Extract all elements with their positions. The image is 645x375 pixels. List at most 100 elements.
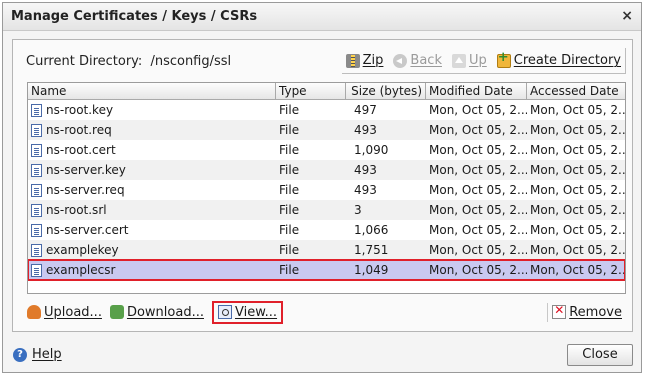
type-cell: File — [279, 203, 300, 217]
table-row[interactable]: ns-server.req File 493 Mon, Oct 05, 2... Mon… — [28, 180, 625, 200]
current-directory-label: Current Directory: — [26, 54, 143, 69]
help-icon: ? — [13, 347, 27, 362]
table-row[interactable]: examplekey File 1,751 Mon, Oct 05, 2... Mon,… — [28, 240, 625, 260]
type-cell: File — [279, 183, 300, 197]
remove-icon — [552, 303, 567, 319]
view-icon — [217, 305, 232, 319]
type-cell: File — [279, 123, 300, 137]
download-icon — [109, 305, 124, 319]
size-cell: 493 — [354, 183, 377, 197]
new-folder-icon — [496, 50, 511, 68]
modified-cell: Mon, Oct 05, 2... — [429, 183, 527, 197]
toolbar: Zip Back Up Create Directory — [341, 48, 626, 74]
name-cell: examplekey — [28, 243, 276, 257]
file-icon — [31, 183, 42, 197]
modified-cell: Mon, Oct 05, 2... — [429, 263, 527, 277]
table-body: ns-root.key File 497 Mon, Oct 05, 2... Mon, … — [28, 100, 625, 281]
type-cell: File — [279, 243, 300, 257]
close-icon[interactable]: × — [621, 8, 633, 24]
size-cell: 493 — [354, 123, 377, 137]
modified-cell: Mon, Oct 05, 2... — [429, 243, 527, 257]
file-name: ns-root.srl — [46, 203, 107, 217]
file-icon — [31, 163, 42, 177]
create-directory-label: Create Directory — [513, 53, 621, 68]
back-arrow-icon — [393, 53, 408, 68]
size-cell: 1,090 — [354, 143, 389, 157]
file-name: ns-server.req — [46, 183, 125, 197]
table-row[interactable]: ns-server.key File 493 Mon, Oct 05, 2... Mon… — [28, 160, 625, 180]
create-directory-button[interactable]: Create Directory — [496, 50, 621, 68]
size-cell: 1,751 — [354, 243, 389, 257]
column-header-accessed[interactable]: Accessed Date — [527, 83, 625, 99]
close-button[interactable]: Close — [567, 344, 633, 366]
modified-cell: Mon, Oct 05, 2... — [429, 103, 527, 117]
file-name: examplecsr — [46, 263, 116, 277]
file-browser-panel: Current Directory: /nsconfig/ssl Zip Bac… — [12, 39, 633, 332]
view-button[interactable]: View... — [211, 300, 284, 324]
modified-cell: Mon, Oct 05, 2... — [429, 163, 527, 177]
size-cell: 1,049 — [354, 263, 389, 277]
upload-label: Upload... — [44, 304, 102, 320]
zip-label: Zip — [362, 53, 384, 68]
file-icon — [31, 203, 42, 217]
file-name: ns-server.cert — [46, 223, 129, 237]
size-cell: 493 — [354, 163, 377, 177]
table-row[interactable]: ns-root.key File 497 Mon, Oct 05, 2... Mon, … — [28, 100, 625, 120]
modified-cell: Mon, Oct 05, 2... — [429, 223, 527, 237]
type-cell: File — [279, 163, 300, 177]
type-cell: File — [279, 103, 300, 117]
file-name: ns-root.req — [46, 123, 112, 137]
upload-button[interactable]: Upload... — [27, 305, 102, 320]
remove-button[interactable]: Remove — [547, 302, 626, 322]
file-icon — [31, 243, 42, 257]
accessed-cell: Mon, Oct 05, 2... — [530, 123, 625, 137]
column-header-modified[interactable]: Modified Date — [426, 83, 527, 99]
accessed-cell: Mon, Oct 05, 2... — [530, 163, 625, 177]
table-header: Name Type Size (bytes) Modified Date Acc… — [28, 83, 625, 100]
up-button[interactable]: Up — [451, 53, 487, 68]
file-table: Name Type Size (bytes) Modified Date Acc… — [27, 82, 626, 294]
accessed-cell: Mon, Oct 05, 2... — [530, 103, 625, 117]
accessed-cell: Mon, Oct 05, 2... — [530, 143, 625, 157]
modified-cell: Mon, Oct 05, 2... — [429, 203, 527, 217]
manage-certificates-dialog: Manage Certificates / Keys / CSRs × Curr… — [2, 2, 642, 373]
file-icon — [31, 143, 42, 157]
dialog-title: Manage Certificates / Keys / CSRs — [11, 9, 258, 24]
accessed-cell: Mon, Oct 05, 2... — [530, 203, 625, 217]
column-header-type[interactable]: Type — [276, 83, 346, 99]
size-cell: 3 — [354, 203, 362, 217]
file-actions-bar: Upload... Download... View... Remove — [27, 298, 626, 326]
file-name: examplekey — [46, 243, 119, 257]
name-cell: ns-root.key — [28, 103, 276, 117]
size-cell: 1,066 — [354, 223, 389, 237]
accessed-cell: Mon, Oct 05, 2... — [530, 223, 625, 237]
type-cell: File — [279, 263, 300, 277]
name-cell: ns-root.req — [28, 123, 276, 137]
table-row[interactable]: ns-root.req File 493 Mon, Oct 05, 2... Mon, … — [28, 120, 625, 140]
file-icon — [31, 263, 42, 277]
current-directory-path: /nsconfig/ssl — [150, 54, 232, 69]
modified-cell: Mon, Oct 05, 2... — [429, 123, 527, 137]
table-row[interactable]: examplecsr File 1,049 Mon, Oct 05, 2... Mon,… — [28, 259, 625, 281]
column-header-name[interactable]: Name — [28, 83, 276, 99]
file-name: ns-server.key — [46, 163, 126, 177]
table-row[interactable]: ns-root.srl File 3 Mon, Oct 05, 2... Mon, Oc… — [28, 200, 625, 220]
upload-icon — [27, 305, 41, 319]
name-cell: ns-root.cert — [28, 143, 276, 157]
zip-button[interactable]: Zip — [345, 53, 384, 68]
view-label: View... — [234, 304, 278, 320]
accessed-cell: Mon, Oct 05, 2... — [530, 263, 625, 277]
table-row[interactable]: ns-server.cert File 1,066 Mon, Oct 05, 2...… — [28, 220, 625, 240]
download-button[interactable]: Download... — [109, 304, 204, 320]
accessed-cell: Mon, Oct 05, 2... — [530, 183, 625, 197]
column-header-size[interactable]: Size (bytes) — [346, 83, 426, 99]
back-button[interactable]: Back — [393, 53, 442, 68]
file-name: ns-root.cert — [46, 143, 116, 157]
table-row[interactable]: ns-root.cert File 1,090 Mon, Oct 05, 2... Mo… — [28, 140, 625, 160]
type-cell: File — [279, 143, 300, 157]
help-link[interactable]: ? Help — [13, 347, 62, 362]
current-directory: Current Directory: /nsconfig/ssl — [26, 54, 231, 69]
zip-icon — [345, 53, 360, 68]
download-label: Download... — [126, 304, 204, 320]
name-cell: ns-server.req — [28, 183, 276, 197]
